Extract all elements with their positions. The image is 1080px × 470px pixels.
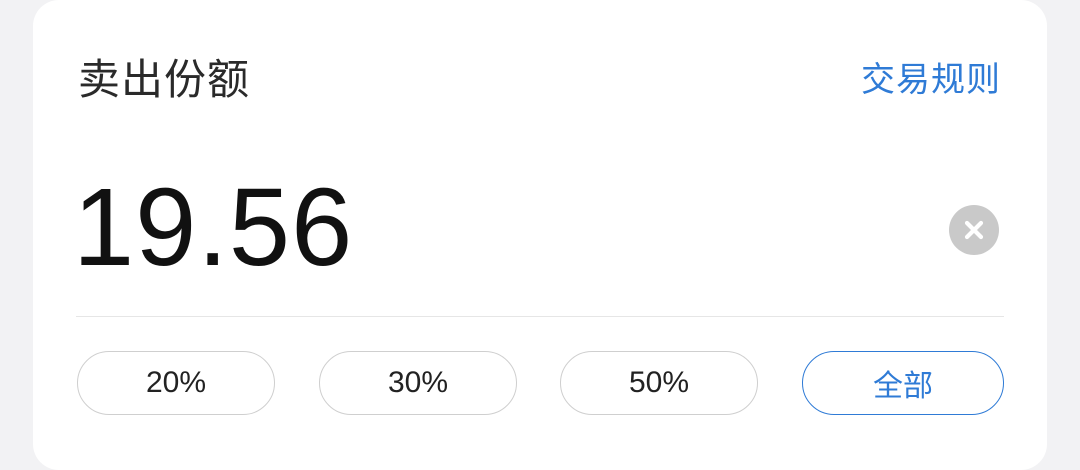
- sell-shares-card: 卖出份额 交易规则 20% 30% 50% 全部: [33, 0, 1047, 470]
- trading-rules-link[interactable]: 交易规则: [861, 56, 1001, 104]
- sell-amount-input[interactable]: [73, 168, 893, 288]
- close-icon: [964, 220, 984, 240]
- page-title: 卖出份额: [78, 55, 251, 104]
- quick-select-50-percent[interactable]: 50%: [560, 351, 758, 415]
- quick-select-30-percent[interactable]: 30%: [319, 351, 517, 415]
- divider: [76, 316, 1004, 317]
- quick-select-all[interactable]: 全部: [802, 351, 1004, 415]
- quick-select-20-percent[interactable]: 20%: [77, 351, 275, 415]
- clear-input-button[interactable]: [949, 205, 999, 255]
